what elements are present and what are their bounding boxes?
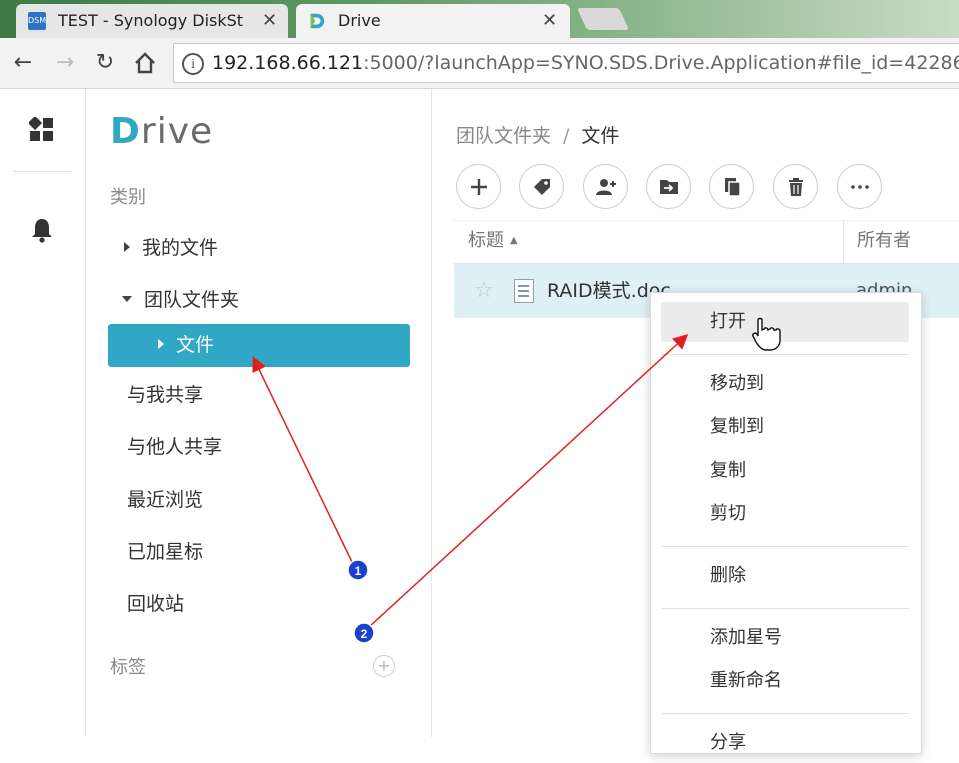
annotation-marker-2: 2 <box>353 622 375 644</box>
annotation-overlay: 1 2 <box>252 317 781 644</box>
svg-text:2: 2 <box>361 627 368 641</box>
hand-cursor-icon <box>752 317 781 351</box>
annotation-marker-1: 1 <box>347 559 369 581</box>
annotation-arrow-2 <box>368 333 689 628</box>
annotation-arrow-1 <box>252 356 353 563</box>
svg-text:1: 1 <box>355 564 362 578</box>
